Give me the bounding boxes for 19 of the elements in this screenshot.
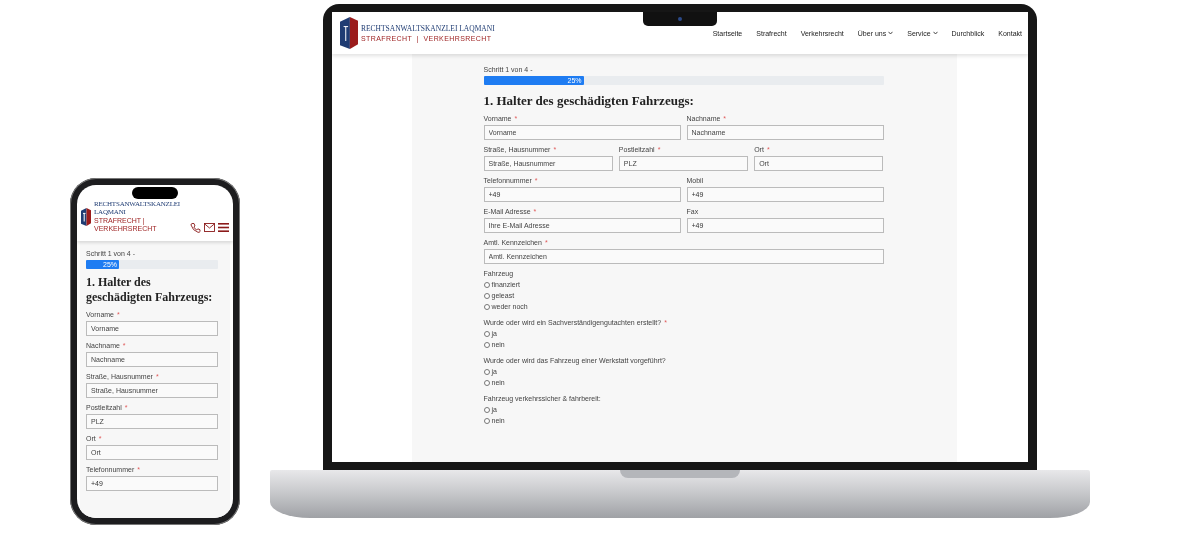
radio-button[interactable] bbox=[483, 281, 490, 288]
radio-button[interactable] bbox=[483, 341, 490, 348]
radio-button[interactable] bbox=[483, 368, 490, 375]
chevron-down-icon bbox=[932, 31, 938, 35]
mail-icon bbox=[204, 223, 215, 232]
radio-button[interactable] bbox=[483, 417, 490, 424]
dynamic-island bbox=[132, 187, 178, 199]
phone-icon bbox=[190, 222, 201, 233]
radio-button[interactable] bbox=[483, 292, 490, 299]
form-heading: 1. Halter des geschädigten Fahrzeugs: bbox=[86, 275, 214, 305]
menu-icon bbox=[218, 223, 229, 232]
logo-icon bbox=[81, 207, 91, 226]
form-heading: 1. Halter des geschädigten Fahrzeugs: bbox=[483, 93, 695, 108]
radio-button[interactable] bbox=[483, 379, 490, 386]
radio-button[interactable] bbox=[483, 406, 490, 413]
radio-button[interactable] bbox=[483, 330, 490, 337]
chevron-down-icon bbox=[888, 31, 894, 35]
logo-icon bbox=[340, 17, 358, 49]
radio-button[interactable] bbox=[483, 303, 490, 310]
